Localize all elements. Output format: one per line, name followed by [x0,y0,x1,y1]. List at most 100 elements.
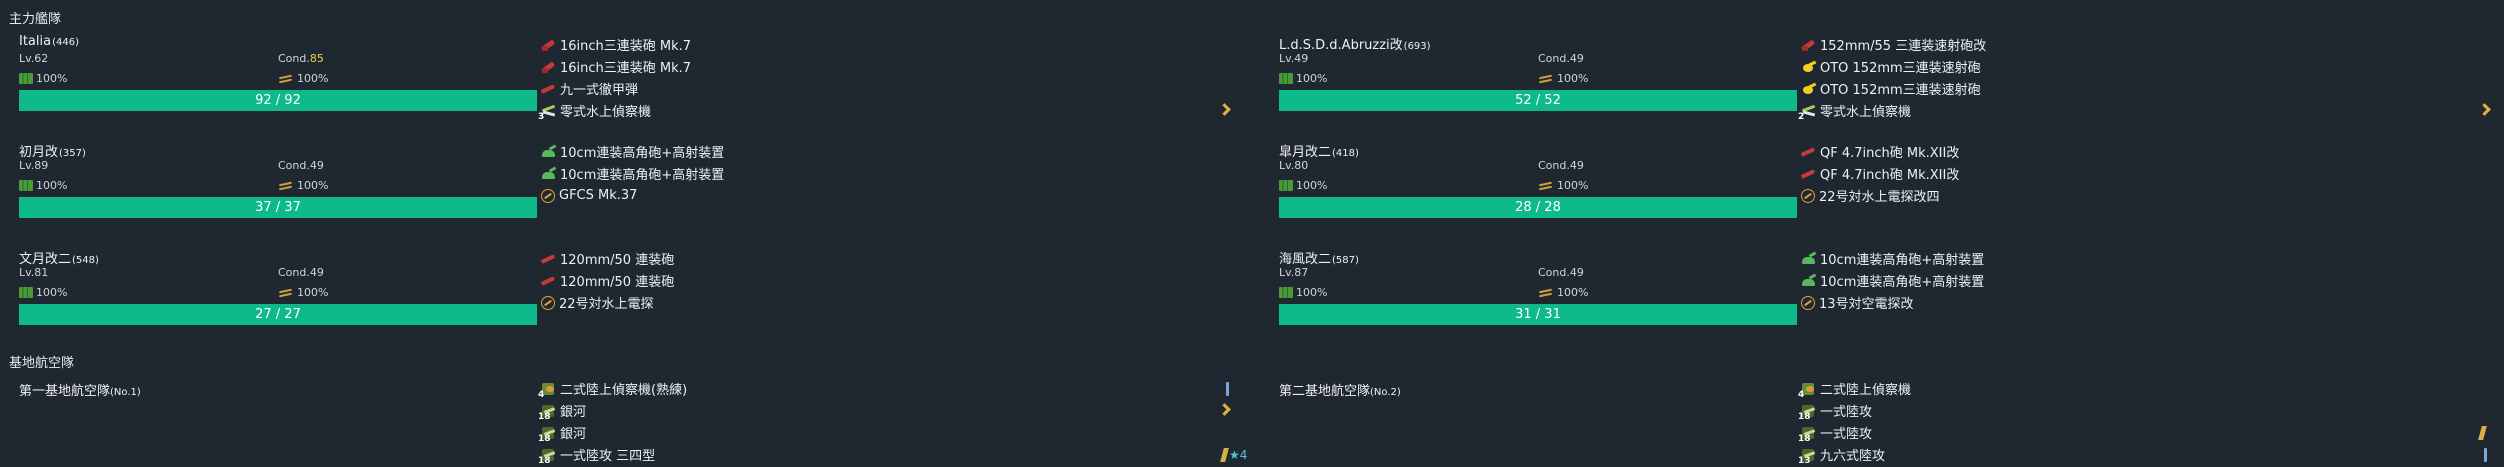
ship-name: 文月改二(548) [19,252,99,267]
ship-ammo: 100% [1538,179,1588,192]
improvement-star: ★4 [1229,448,1248,462]
equipment-slot[interactable]: QF 4.7inch砲 Mk.XII改 [1800,142,1959,161]
equipment-slot[interactable]: 22号対水上電探改四 [1800,186,1959,205]
equipment-list: 120mm/50 連装砲 120mm/50 連装砲 22号対水上電探 [540,249,674,312]
ship-fuel: 100% [19,286,67,299]
ship-condition: Cond.49 [1538,159,1584,172]
proficiency-slash-icon: ★4 [1220,448,1248,462]
ship-ammo: 100% [1538,72,1588,85]
recon-plane-icon: 4 [538,380,557,400]
hp-bar: 27 / 27 [19,304,537,325]
equipment-slot[interactable]: 13号対空電探改 [1800,293,1984,312]
equipment-list: 10cm連装高角砲+高射装置 10cm連装高角砲+高射装置 13号対空電探改 [1800,249,1984,312]
squadron-slot[interactable]: 18 銀河 [538,401,687,422]
squadron-slot[interactable]: 18 一式陸攻 [1798,401,1911,422]
ammo-icon [278,74,294,84]
ship-fuel: 100% [19,179,67,192]
hp-bar: 92 / 92 [19,90,537,111]
ship-name: Italia(446) [19,34,79,49]
air-corps-name[interactable]: 第一基地航空隊(No.1) [19,380,141,399]
aa-gun-icon [540,143,557,160]
equipment-slot[interactable]: 10cm連装高角砲+高射装置 [1800,249,1984,268]
squadron-slot[interactable]: 4 二式陸上偵察機 [1798,379,1911,400]
radar-icon [541,295,555,310]
fuel-icon [19,287,33,298]
equipment-slot[interactable]: 16inch三連装砲 Mk.7 [540,57,691,76]
equipment-slot[interactable]: 九一式徹甲弾 [540,79,691,98]
land-bomber-icon: 18 [1798,424,1817,444]
aa-gun-icon [540,165,557,182]
secondary-gun-icon [1800,80,1817,97]
equipment-slot[interactable]: QF 4.7inch砲 Mk.XII改 [1800,164,1959,183]
ship-fuel: 100% [19,72,67,85]
squadron-slot[interactable]: 4 二式陸上偵察機(熟練) [538,379,687,400]
equipment-slot[interactable]: 120mm/50 連装砲 [540,249,674,268]
equipment-slot[interactable]: 22号対水上電探 [540,293,674,312]
ship-card[interactable]: Italia(446) Lv.62 Cond.85 100% 100% 92 /… [10,30,537,138]
equipment-slot[interactable]: 3 零式水上偵察機 [538,101,691,122]
equipment-list: 152mm/55 三連装速射砲改 OTO 152mm三連装速射砲 OTO 152… [1798,35,1986,122]
ship-fuel: 100% [1279,179,1327,192]
air-corps-name[interactable]: 第二基地航空隊(No.2) [1279,380,1401,399]
base-air-title: 基地航空隊 [9,356,75,371]
ship-card[interactable]: 海風改二(587) Lv.87 Cond.49 100% 100% 31 / 3… [1270,244,1797,352]
seaplane-icon: 3 [538,102,557,122]
chevron-icon [2480,104,2489,116]
ammo-icon [1538,288,1554,298]
squadron-slot[interactable]: 18 一式陸攻 三四型 [538,445,687,466]
fuel-icon [19,73,33,84]
squadron-list: 4 二式陸上偵察機(熟練) 18 銀河 18 銀河 18 一式陸攻 三四型 [538,379,687,466]
ship-card[interactable]: 文月改二(548) Lv.81 Cond.49 100% 100% 27 / 2… [10,244,537,352]
ship-card[interactable]: 皐月改二(418) Lv.80 Cond.49 100% 100% 28 / 2… [1270,137,1797,245]
ship-name: L.d.S.D.d.Abruzzi改(693) [1279,38,1431,53]
ship-condition: Cond.49 [1538,52,1584,65]
proficiency-bar-icon [2484,448,2487,462]
equipment-slot[interactable]: OTO 152mm三連装速射砲 [1800,79,1986,98]
ship-name: 皐月改二(418) [1279,145,1359,160]
squadron-slot[interactable]: 18 銀河 [538,423,687,444]
equipment-slot[interactable]: 152mm/55 三連装速射砲改 [1800,35,1986,54]
ammo-icon [1538,74,1554,84]
ship-level: Lv.49 [1279,52,1309,65]
aa-gun-icon [1800,250,1817,267]
ship-condition: Cond.49 [278,159,324,172]
equipment-list: 10cm連装高角砲+高射装置 10cm連装高角砲+高射装置 GFCS Mk.37 [540,142,724,205]
proficiency-bar-icon [1226,382,1229,396]
equipment-slot[interactable]: 10cm連装高角砲+高射装置 [540,142,724,161]
hp-bar: 52 / 52 [1279,90,1797,111]
proficiency-chevron-icon [1220,404,1229,416]
recon-plane-icon: 4 [1798,380,1817,400]
equipment-slot[interactable]: GFCS Mk.37 [540,186,724,205]
ship-level: Lv.89 [19,159,49,172]
secondary-gun-icon [1800,58,1817,75]
equipment-slot[interactable]: OTO 152mm三連装速射砲 [1800,57,1986,76]
ex-slot[interactable] [1220,104,1229,116]
hp-bar: 31 / 31 [1279,304,1797,325]
main-fleet-title: 主力艦隊 [9,12,62,27]
radar-icon [1801,188,1815,203]
squadron-slot[interactable]: 13 九六式陸攻 [1798,445,1911,466]
equipment-slot[interactable]: 120mm/50 連装砲 [540,271,674,290]
ship-ammo: 100% [278,286,328,299]
equipment-slot[interactable]: 10cm連装高角砲+高射装置 [540,164,724,183]
proficiency-slash-icon [2478,426,2487,440]
ap-shell-icon [540,80,557,97]
squadron-slot[interactable]: 18 一式陸攻 [1798,423,1911,444]
equipment-slot[interactable]: 16inch三連装砲 Mk.7 [540,35,691,54]
small-gun-icon [540,272,557,289]
ship-card[interactable]: 初月改(357) Lv.89 Cond.49 100% 100% 37 / 37 [10,137,537,245]
ship-condition: Cond.49 [1538,266,1584,279]
small-gun-icon [1800,165,1817,182]
equipment-slot[interactable]: 2 零式水上偵察機 [1798,101,1986,122]
ship-fuel: 100% [1279,286,1327,299]
ship-card[interactable]: L.d.S.D.d.Abruzzi改(693) Lv.49 Cond.49 10… [1270,30,1797,138]
squadron-list: 4 二式陸上偵察機 18 一式陸攻 18 一式陸攻 13 九六式陸攻 [1798,379,1911,466]
equipment-list: 16inch三連装砲 Mk.7 16inch三連装砲 Mk.7 九一式徹甲弾 3… [538,35,691,122]
ex-slot[interactable] [2480,104,2489,116]
radar-icon [1801,295,1815,310]
ship-level: Lv.87 [1279,266,1309,279]
equipment-slot[interactable]: 10cm連装高角砲+高射装置 [1800,271,1984,290]
land-bomber-icon: 18 [538,446,557,466]
land-bomber-icon: 18 [538,402,557,422]
ammo-icon [278,181,294,191]
